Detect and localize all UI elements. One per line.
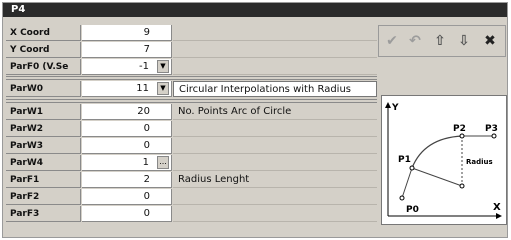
checkmark-icon[interactable]: ✔: [383, 32, 401, 50]
arrow-up-icon[interactable]: ⇧: [431, 32, 449, 50]
param-row-parf0: ParF0 (V.Se -1 ▼: [6, 59, 377, 76]
param-value-input[interactable]: 0: [82, 121, 172, 137]
param-row-parw0: ParW0 11 ▼ Circular Interpolations with …: [6, 81, 377, 98]
label-p0: P0: [406, 205, 419, 215]
param-label: ParW3: [6, 138, 81, 154]
section-divider: [6, 76, 377, 80]
param-description: [173, 42, 377, 58]
param-label: ParF3: [6, 206, 81, 222]
param-value-input[interactable]: 20: [82, 104, 172, 120]
param-label: ParF0 (V.Se: [6, 59, 81, 75]
param-row-parf2: ParF2 0: [6, 189, 377, 206]
param-label: ParF1: [6, 172, 81, 188]
y-axis-arrow: [385, 102, 391, 108]
param-value: -1: [139, 61, 149, 72]
param-description: [173, 206, 377, 222]
param-row-x-coord: X Coord 9: [6, 25, 377, 42]
label-p2: P2: [453, 124, 466, 134]
parameters-window: P4 X Coord 9 Y Coord 7 ParF0 (V.Se -1 ▼ …: [2, 2, 508, 238]
section-divider: [6, 99, 377, 103]
param-row-parw2: ParW2 0: [6, 121, 377, 138]
param-description: [173, 189, 377, 205]
x-axis-label: X: [493, 202, 501, 213]
param-description: [173, 121, 377, 137]
arc-p1-p2: [411, 135, 463, 169]
param-value-input[interactable]: 1 ...: [82, 155, 172, 171]
param-row-y-coord: Y Coord 7: [6, 42, 377, 59]
param-value: 1: [142, 157, 149, 168]
param-row-parw1: ParW1 20 No. Points Arc of Circle: [6, 104, 377, 121]
param-value-input[interactable]: 0: [82, 138, 172, 154]
label-p3: P3: [485, 124, 498, 134]
arc-center-point: [459, 183, 465, 189]
param-value-input[interactable]: 2: [82, 172, 172, 188]
param-label: ParW2: [6, 121, 81, 137]
point-p1: [409, 165, 415, 171]
param-description: Radius Lenght: [173, 172, 377, 188]
ellipsis-button[interactable]: ...: [157, 156, 169, 169]
param-label: ParW0: [6, 81, 81, 97]
param-description: [173, 59, 377, 75]
param-description: [173, 138, 377, 154]
point-p3: [491, 133, 497, 139]
chevron-down-icon[interactable]: ▼: [157, 82, 169, 95]
y-axis-label: Y: [391, 103, 399, 113]
arc-diagram-svg: Y X P0 P1 P2 P3 Radius: [385, 102, 502, 219]
param-value-input[interactable]: 9: [82, 25, 172, 41]
label-p1: P1: [398, 155, 411, 165]
chevron-down-icon[interactable]: ▼: [157, 60, 169, 73]
arc-diagram: Y X P0 P1 P2 P3 Radius: [381, 95, 507, 225]
x-axis-arrow: [496, 213, 502, 219]
param-value-input[interactable]: 0: [82, 189, 172, 205]
param-description: [173, 25, 377, 41]
window-title: P4: [3, 3, 507, 17]
point-p0: [399, 195, 405, 201]
param-value: 11: [136, 83, 149, 94]
label-radius: Radius: [466, 158, 493, 166]
param-label: ParF2: [6, 189, 81, 205]
param-row-parf3: ParF3 0: [6, 206, 377, 223]
param-row-parw3: ParW3 0: [6, 138, 377, 155]
param-label: Y Coord: [6, 42, 81, 58]
param-value-select[interactable]: 11 ▼: [82, 81, 172, 97]
undo-icon[interactable]: ↶: [406, 32, 424, 50]
param-value-input[interactable]: 0: [82, 206, 172, 222]
param-label: X Coord: [6, 25, 81, 41]
toolbar: ✔ ↶ ⇧ ⇩ ✖: [378, 25, 506, 57]
close-icon[interactable]: ✖: [481, 32, 499, 50]
param-value-input[interactable]: 7: [82, 42, 172, 58]
point-p2: [459, 133, 465, 139]
segment-p0-p1: [401, 167, 413, 199]
param-row-parw4: ParW4 1 ...: [6, 155, 377, 172]
param-row-parf1: ParF1 2 Radius Lenght: [6, 172, 377, 189]
radius-line: [411, 167, 463, 187]
param-description: No. Points Arc of Circle: [173, 104, 377, 120]
param-description: [173, 155, 377, 171]
param-label: ParW1: [6, 104, 81, 120]
param-description: Circular Interpolations with Radius: [173, 81, 377, 97]
arrow-down-icon[interactable]: ⇩: [455, 32, 473, 50]
param-value-select[interactable]: -1 ▼: [82, 59, 172, 75]
param-label: ParW4: [6, 155, 81, 171]
